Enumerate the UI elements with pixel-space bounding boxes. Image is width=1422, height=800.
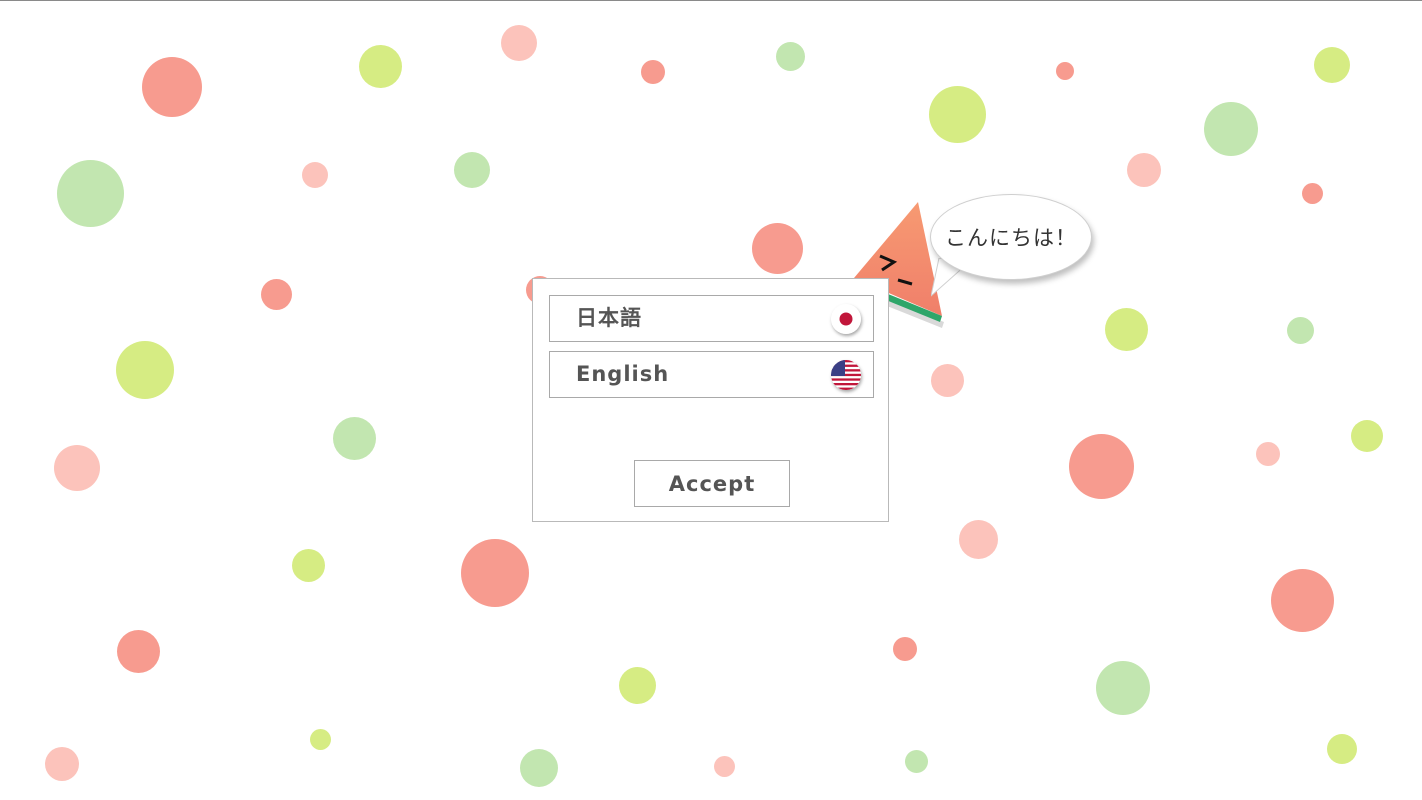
background-dot: [1302, 183, 1323, 204]
background-dot: [929, 86, 986, 143]
background-dot: [520, 749, 558, 787]
japan-flag-icon: [831, 304, 861, 334]
background-dot: [1105, 308, 1148, 351]
background-dot: [57, 160, 124, 227]
background-dot: [292, 549, 325, 582]
background-dot: [45, 747, 79, 781]
background-dot: [454, 152, 490, 188]
background-dot: [905, 750, 928, 773]
background-dot: [959, 520, 998, 559]
accept-button[interactable]: Accept: [634, 460, 790, 507]
language-label: English: [576, 362, 670, 386]
background-dot: [1096, 661, 1150, 715]
us-flag-icon: [831, 360, 861, 390]
background-dot: [1287, 317, 1314, 344]
background-dot: [1204, 102, 1258, 156]
background-dot: [619, 667, 656, 704]
background-dot: [54, 445, 100, 491]
background-dot: [333, 417, 376, 460]
language-option-japanese[interactable]: 日本語: [549, 295, 874, 342]
background-dot: [310, 729, 331, 750]
language-option-english[interactable]: English: [549, 351, 874, 398]
background-dot: [893, 637, 917, 661]
background-dot: [1314, 47, 1350, 83]
background-dot: [116, 341, 174, 399]
language-dialog: 日本語 English Accept: [532, 278, 889, 522]
background-dot: [117, 630, 160, 673]
speech-bubble: こんにちは！: [930, 194, 1092, 280]
background-dot: [302, 162, 328, 188]
background-dot: [1351, 420, 1383, 452]
background-dot: [1069, 434, 1134, 499]
background-dot: [501, 25, 537, 61]
background-dot: [461, 539, 529, 607]
background-dot: [1327, 734, 1357, 764]
background-dot: [714, 756, 735, 777]
background-dot: [641, 60, 665, 84]
window-top-border: [0, 0, 1422, 1]
background-dot: [142, 57, 202, 117]
language-label: 日本語: [576, 306, 642, 330]
background-dot: [359, 45, 402, 88]
background-dot: [1127, 153, 1161, 187]
background-dot: [1056, 62, 1074, 80]
background-dot: [776, 42, 805, 71]
background-dot: [752, 223, 803, 274]
background-dot: [1271, 569, 1334, 632]
background-dot: [1256, 442, 1280, 466]
background-dot: [261, 279, 292, 310]
background-dot: [931, 364, 964, 397]
